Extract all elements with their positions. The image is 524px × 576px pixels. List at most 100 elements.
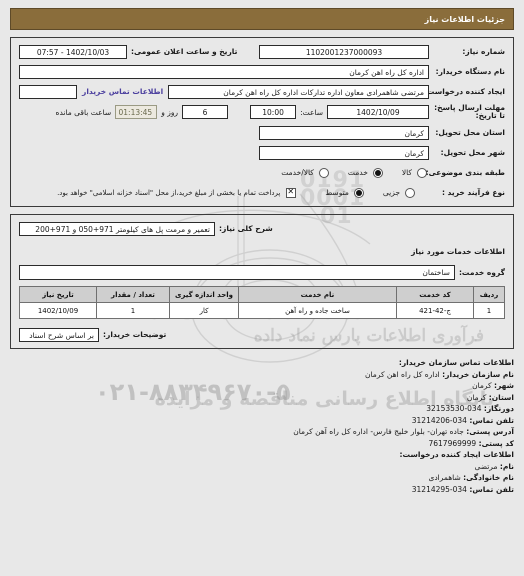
row-city: شهر محل تحویل: کرمان bbox=[19, 145, 505, 160]
treasury-checkbox-icon[interactable] bbox=[286, 187, 297, 198]
row-deadline: مهلت ارسال پاسخ: تا تاریخ: 1402/10/09 سا… bbox=[19, 104, 505, 120]
table-row: 1 ج-42-421 ساخت جاده و راه آهن کار 1 140… bbox=[19, 302, 505, 319]
creator-phone-line: تلفن تماس: 31214295-034 bbox=[10, 484, 514, 496]
creator-label: ایجاد کننده درخواست: bbox=[423, 87, 505, 96]
remaining-suffix-label: ساعت باقی مانده bbox=[55, 107, 112, 117]
classification-option-khedmat-label: خدمت bbox=[347, 168, 368, 177]
days-and-label: روز و bbox=[161, 107, 179, 117]
services-section-title: اطلاعات خدمات مورد نیاز bbox=[411, 247, 505, 256]
contact-fax-value: 32153530-034 bbox=[426, 404, 482, 413]
need-number-value: 1102001237000093 bbox=[259, 44, 429, 59]
process-option-jozei[interactable]: جزیی bbox=[380, 187, 417, 198]
page-title: جزئیات اطلاعات نیاز bbox=[10, 8, 514, 30]
row-province: استان محل تحویل: کرمان bbox=[19, 125, 505, 140]
contact-province-label: استان: bbox=[488, 392, 514, 402]
contact-phone-value: 31214206-034 bbox=[411, 415, 467, 425]
buyer-notes-value: بر اساس شرح اسناد bbox=[19, 327, 99, 342]
deadline-hour-value: 10:00 bbox=[250, 105, 297, 119]
creator-section-title: اطلاعات ایجاد کننده درخواست: bbox=[399, 450, 515, 459]
contact-postal-line: کد پستی: 7617969999 bbox=[10, 438, 514, 450]
province-value: کرمان bbox=[259, 125, 429, 140]
row-overall-desc: شرح کلی نیاز: تعمیر و مرمت پل های کیلومت… bbox=[19, 221, 505, 236]
need-number-label: شماره نیاز: bbox=[462, 47, 505, 56]
deadline-hour-label: ساعت: bbox=[300, 107, 323, 117]
contact-address-line: آدرس پستی: جاده تهران- بلوار خلیج فارس- … bbox=[10, 426, 514, 438]
contact-postal-label: کد پستی: bbox=[478, 438, 514, 448]
cell-radif: 1 bbox=[473, 302, 505, 319]
row-process-type: نوع فرآیند خرید : جزیی متوسط پرداخت تمام… bbox=[19, 185, 505, 200]
process-option-motevaset-label: متوسط bbox=[325, 188, 349, 197]
table-header-row: ردیف کد خدمت نام خدمت واحد اندازه گیری ت… bbox=[19, 286, 505, 303]
contact-province-line: استان: کرمان bbox=[10, 392, 514, 404]
col-quantity: تعداد / مقدار bbox=[96, 286, 170, 303]
row-need-number: شماره نیاز: 1102001237000093 تاریخ و ساع… bbox=[19, 44, 505, 59]
contact-city-line: شهر: کرمان bbox=[10, 380, 514, 392]
page-root: جزئیات اطلاعات نیاز شماره نیاز: 11020012… bbox=[0, 0, 524, 495]
col-radif: ردیف bbox=[473, 286, 505, 303]
contact-address-label: آدرس پستی: bbox=[466, 427, 514, 436]
province-label: استان محل تحویل: bbox=[435, 128, 505, 137]
contact-address-value: جاده تهران- بلوار خلیج فارس- اداره کل را… bbox=[293, 427, 464, 436]
treasury-note: پرداخت تمام یا بخشی از مبلغ خرید،از محل … bbox=[57, 188, 281, 197]
contact-phone-label: تلفن تماس: bbox=[469, 415, 514, 425]
org-name-label: نام سازمان خریدار: bbox=[442, 369, 514, 379]
process-option-jozei-label: جزیی bbox=[382, 188, 400, 197]
service-group-label: گروه خدمت: bbox=[458, 268, 505, 277]
process-label: نوع فرآیند خرید : bbox=[441, 188, 505, 197]
classification-option-kala-label: کالا bbox=[401, 168, 412, 177]
remaining-days-value: 6 bbox=[182, 105, 229, 119]
contact-block: اطلاعات تماس سازمان خریدار: نام سازمان خ… bbox=[10, 357, 514, 495]
remaining-time-countdown: 01:13:45 bbox=[115, 105, 158, 119]
creator-first-name-line: نام: مرتضی bbox=[10, 461, 514, 473]
creator-value: مرتضی شاهمرادی معاون اداره تدارکات اداره… bbox=[168, 84, 429, 99]
classification-option-kala-khedmat-label: کالا/خدمت bbox=[281, 168, 314, 177]
creator-first-name-label: نام: bbox=[499, 461, 514, 471]
contact-province-value: کرمان bbox=[466, 392, 487, 402]
org-name-value: اداره کل راه اهن کرمان bbox=[365, 369, 440, 379]
buyer-notes-label: توضیحات خریدار: bbox=[103, 330, 167, 339]
buyer-org-value: اداره کل راه اهن کرمان bbox=[19, 64, 429, 79]
radio-kala-khedmat-icon[interactable] bbox=[318, 167, 329, 178]
contact-blank-box bbox=[19, 84, 77, 99]
radio-motevaset-icon[interactable] bbox=[353, 187, 364, 198]
buyer-org-label: نام دستگاه خریدار: bbox=[435, 67, 505, 76]
col-code: کد خدمت bbox=[396, 286, 474, 303]
overall-desc-value: تعمیر و مرمت پل های کیلومتر 971+050 و 97… bbox=[19, 221, 215, 236]
cell-quantity: 1 bbox=[96, 302, 170, 319]
process-option-motevaset[interactable]: متوسط bbox=[322, 187, 366, 198]
classification-option-kala-khedmat[interactable]: کالا/خدمت bbox=[278, 167, 331, 178]
cell-date: 1402/10/09 bbox=[19, 302, 97, 319]
creator-phone-value: 31214295-034 bbox=[411, 484, 467, 494]
overall-desc-label: شرح کلی نیاز: bbox=[219, 224, 273, 233]
cell-code: ج-42-421 bbox=[396, 302, 474, 319]
org-section-title: اطلاعات تماس سازمان خریدار: bbox=[398, 358, 514, 367]
row-creator: ایجاد کننده درخواست: مرتضی شاهمرادی معاو… bbox=[19, 84, 505, 99]
contact-fax-label: دورنگار: bbox=[483, 404, 514, 413]
buyer-contact-link[interactable]: اطلاعات تماس خریدار bbox=[77, 87, 168, 96]
classification-option-khedmat[interactable]: خدمت bbox=[345, 167, 385, 178]
services-table-body: 1 ج-42-421 ساخت جاده و راه آهن کار 1 140… bbox=[19, 302, 505, 319]
contact-phone-line: تلفن تماس: 31214206-034 bbox=[10, 415, 514, 427]
contact-org-name-line: نام سازمان خریدار: اداره کل راه اهن کرما… bbox=[10, 369, 514, 381]
deadline-label: مهلت ارسال پاسخ: تا تاریخ: bbox=[434, 103, 505, 120]
classification-label: طبقه بندی موضوعی: bbox=[425, 168, 505, 177]
creator-first-name-value: مرتضی bbox=[474, 461, 498, 471]
creator-last-name-value: شاهمرادی bbox=[428, 473, 461, 482]
services-table-head: ردیف کد خدمت نام خدمت واحد اندازه گیری ت… bbox=[19, 286, 505, 303]
row-buyer-org: نام دستگاه خریدار: اداره کل راه اهن کرما… bbox=[19, 64, 505, 79]
announce-datetime-value: 1402/10/03 - 07:57 bbox=[19, 44, 127, 59]
contact-postal-value: 7617969999 bbox=[428, 438, 477, 448]
row-buyer-notes: توضیحات خریدار: بر اساس شرح اسناد bbox=[19, 327, 505, 342]
radio-jozei-icon[interactable] bbox=[405, 187, 415, 198]
radio-kala-icon[interactable] bbox=[417, 167, 427, 178]
radio-khedmat-icon[interactable] bbox=[372, 167, 383, 178]
classification-option-kala[interactable]: کالا bbox=[399, 167, 429, 178]
announce-datetime-label: تاریخ و ساعت اعلان عمومی: bbox=[131, 47, 238, 56]
contact-city-value: کرمان bbox=[472, 381, 492, 390]
need-details-panel: شرح کلی نیاز: تعمیر و مرمت پل های کیلومت… bbox=[10, 214, 514, 349]
need-summary-panel: شماره نیاز: 1102001237000093 تاریخ و ساع… bbox=[10, 37, 514, 207]
deadline-date-value: 1402/10/09 bbox=[327, 105, 429, 119]
creator-phone-label: تلفن تماس: bbox=[469, 484, 514, 494]
city-label: شهر محل تحویل: bbox=[440, 148, 505, 157]
col-name: نام خدمت bbox=[238, 286, 397, 303]
